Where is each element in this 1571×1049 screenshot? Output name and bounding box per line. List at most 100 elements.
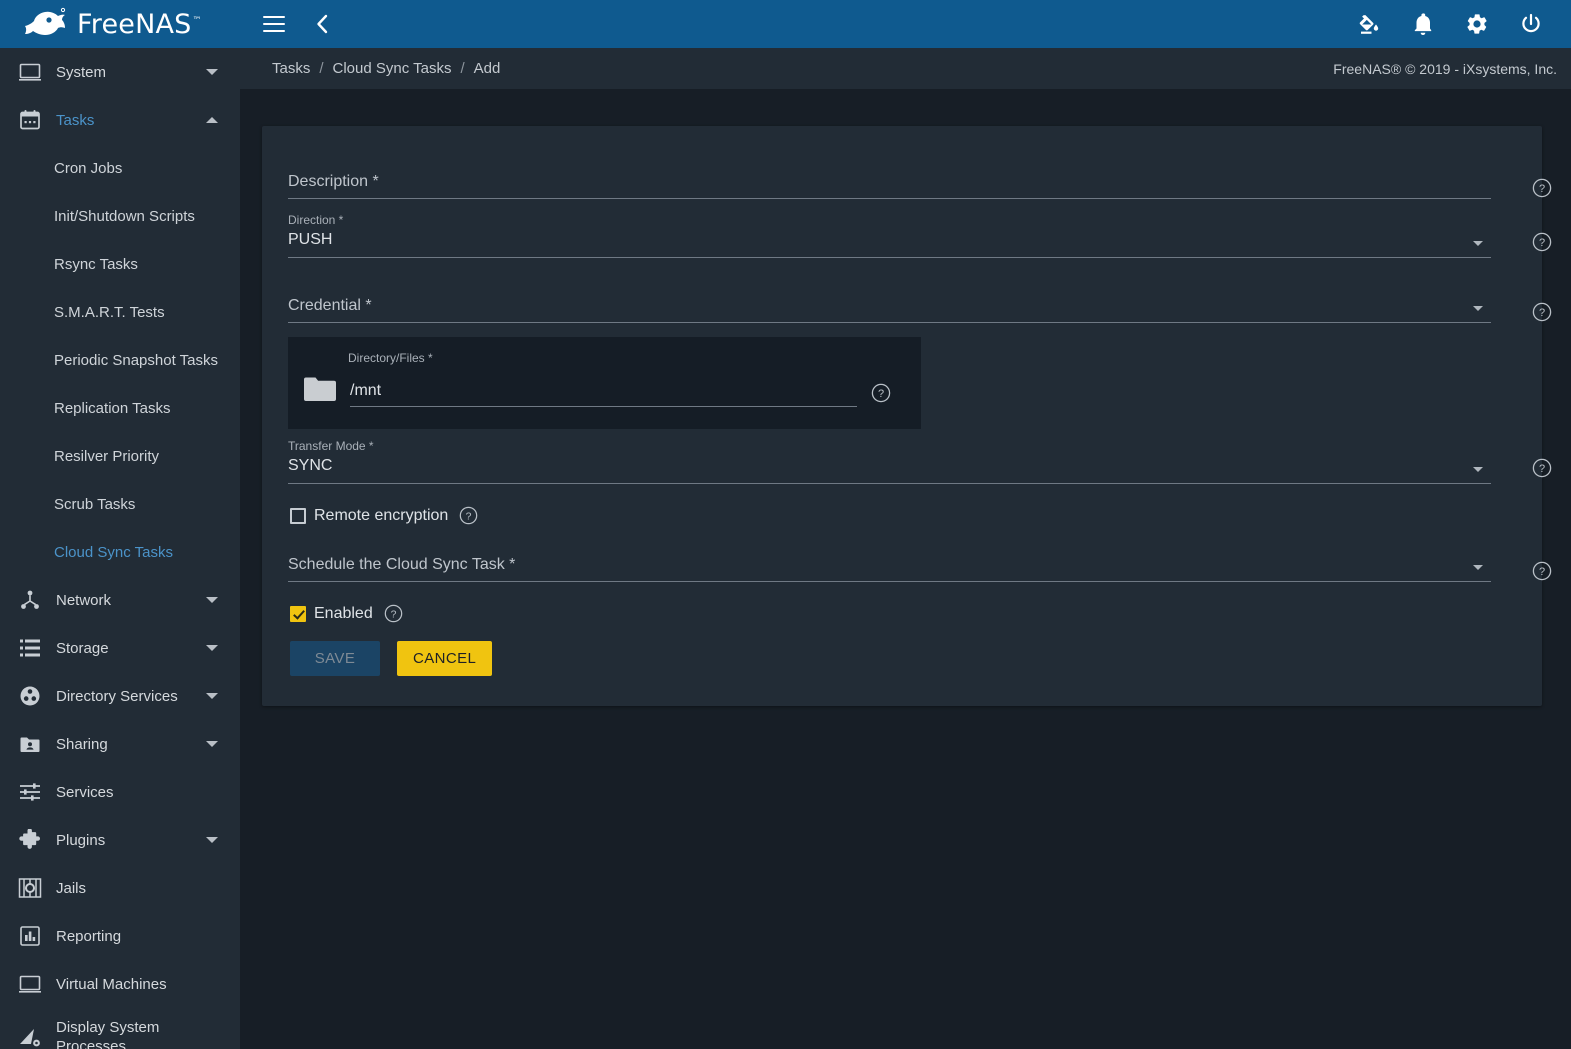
sidebar-item-label: Jails xyxy=(56,879,87,897)
credential-select[interactable]: Credential * xyxy=(288,284,1491,323)
trademark-mark: ™ xyxy=(192,15,202,26)
help-circle-icon[interactable]: ? xyxy=(1532,302,1552,322)
sidebar-item-storage[interactable]: Storage xyxy=(0,624,240,672)
chevron-down-icon[interactable] xyxy=(1473,241,1483,246)
help-circle-icon[interactable]: ? xyxy=(459,506,478,525)
chevron-down-icon[interactable] xyxy=(200,693,224,699)
sliders-icon xyxy=(12,777,48,807)
system-processes-icon xyxy=(12,1022,48,1049)
sidebar-item-label: Plugins xyxy=(56,831,106,849)
copyright-text: FreeNAS® © 2019 - iXsystems, Inc. xyxy=(1333,60,1557,77)
svg-text:?: ? xyxy=(878,388,884,400)
sidebar-subitem-label: S.M.A.R.T. Tests xyxy=(54,303,165,321)
direction-select[interactable]: Direction * PUSH xyxy=(288,213,1491,258)
enabled-checkbox[interactable] xyxy=(290,605,306,622)
fish-logo-icon xyxy=(22,7,68,41)
sidebar-item-sharing[interactable]: Sharing xyxy=(0,720,240,768)
help-circle-icon[interactable]: ? xyxy=(1532,458,1552,478)
direction-value: PUSH xyxy=(288,231,333,248)
sidebar-item-directory-services[interactable]: Directory Services xyxy=(0,672,240,720)
transfer-mode-select[interactable]: Transfer Mode * SYNC xyxy=(288,439,1491,484)
sidebar-item-reporting[interactable]: Reporting xyxy=(0,912,240,960)
directory-services-icon xyxy=(12,681,48,711)
breadcrumb-bar: Tasks / Cloud Sync Tasks / Add FreeNAS® … xyxy=(240,48,1571,89)
brand-name: FreeNAS™ xyxy=(77,8,202,40)
svg-text:?: ? xyxy=(466,511,472,522)
sidebar-subitem-periodic-snapshot-tasks[interactable]: Periodic Snapshot Tasks xyxy=(0,336,240,384)
folder-icon[interactable] xyxy=(303,375,337,403)
schedule-select[interactable]: Schedule the Cloud Sync Task * xyxy=(288,543,1491,582)
freenas-app: FreeNAS™ System Tasks Cron Jobs Init/Shu… xyxy=(0,0,1571,1049)
sidebar-item-display-system-processes[interactable]: Display System Processes xyxy=(0,1008,240,1049)
chevron-down-icon[interactable] xyxy=(200,597,224,603)
sidebar-item-services[interactable]: Services xyxy=(0,768,240,816)
settings-gear-icon[interactable] xyxy=(1463,10,1491,38)
chevron-up-icon[interactable] xyxy=(200,117,224,123)
help-circle-icon[interactable]: ? xyxy=(384,604,403,623)
form-actions: SAVE CANCEL xyxy=(290,641,1516,676)
direction-field-row: Direction * PUSH ? xyxy=(288,213,1552,258)
remote-encryption-checkbox[interactable] xyxy=(290,507,306,524)
theme-paint-icon[interactable] xyxy=(1355,10,1383,38)
sidebar-subitem-label: Replication Tasks xyxy=(54,399,171,417)
chevron-down-icon[interactable] xyxy=(200,69,224,75)
sidebar-subitem-replication-tasks[interactable]: Replication Tasks xyxy=(0,384,240,432)
sidebar-item-virtual-machines[interactable]: Virtual Machines xyxy=(0,960,240,1008)
chevron-down-icon[interactable] xyxy=(1473,467,1483,472)
breadcrumb: Tasks / Cloud Sync Tasks / Add xyxy=(272,60,500,77)
sidebar-subitem-scrub-tasks[interactable]: Scrub Tasks xyxy=(0,480,240,528)
save-button[interactable]: SAVE xyxy=(290,641,380,676)
help-circle-icon[interactable]: ? xyxy=(1532,561,1552,581)
help-circle-icon[interactable]: ? xyxy=(1532,232,1552,252)
credential-label: Credential * xyxy=(288,297,372,314)
sidebar-subitem-label: Cron Jobs xyxy=(54,159,123,177)
sidebar-item-label: System xyxy=(56,63,107,81)
notifications-bell-icon[interactable] xyxy=(1409,10,1437,38)
help-circle-icon[interactable]: ? xyxy=(871,383,891,403)
chevron-down-icon[interactable] xyxy=(200,741,224,747)
power-icon[interactable] xyxy=(1517,10,1545,38)
sidebar-item-tasks[interactable]: Tasks xyxy=(0,96,240,144)
sidebar-subitem-cloud-sync-tasks[interactable]: Cloud Sync Tasks xyxy=(0,528,240,576)
transfer-mode-label: Transfer Mode * xyxy=(288,439,374,453)
chevron-left-icon[interactable] xyxy=(308,10,336,38)
brand[interactable]: FreeNAS™ xyxy=(0,0,240,48)
chevron-down-icon[interactable] xyxy=(200,645,224,651)
direction-label: Direction * xyxy=(288,213,344,227)
topbar-right-icons xyxy=(1355,10,1571,38)
hamburger-menu-icon[interactable] xyxy=(260,10,288,38)
chevron-down-icon[interactable] xyxy=(200,837,224,843)
cloud-sync-task-form-card: Description * ? Direction * PUSH ? Crede… xyxy=(262,126,1552,706)
sidebar-item-jails[interactable]: Jails xyxy=(0,864,240,912)
content-area: Tasks / Cloud Sync Tasks / Add FreeNAS® … xyxy=(240,48,1571,1049)
sidebar-item-label: Network xyxy=(56,591,112,609)
sidebar-subitem-init-shutdown-scripts[interactable]: Init/Shutdown Scripts xyxy=(0,192,240,240)
sidebar: System Tasks Cron Jobs Init/Shutdown Scr… xyxy=(0,48,240,1049)
breadcrumb-item-add[interactable]: Add xyxy=(474,60,501,77)
sidebar-subitem-resilver-priority[interactable]: Resilver Priority xyxy=(0,432,240,480)
chevron-down-icon[interactable] xyxy=(1473,306,1483,311)
sidebar-subitem-label: Resilver Priority xyxy=(54,447,160,465)
sidebar-item-label: Tasks xyxy=(56,111,95,129)
description-input[interactable]: Description * xyxy=(288,160,1491,199)
svg-text:?: ? xyxy=(1539,566,1545,578)
sidebar-item-label: Directory Services xyxy=(56,687,178,705)
sidebar-subitem-rsync-tasks[interactable]: Rsync Tasks xyxy=(0,240,240,288)
sidebar-item-label: Sharing xyxy=(56,735,108,753)
breadcrumb-item-tasks[interactable]: Tasks xyxy=(272,60,310,77)
cancel-button[interactable]: CANCEL xyxy=(397,641,493,676)
sidebar-item-plugins[interactable]: Plugins xyxy=(0,816,240,864)
directory-files-input[interactable]: /mnt xyxy=(350,380,857,407)
sidebar-subitem-smart-tests[interactable]: S.M.A.R.T. Tests xyxy=(0,288,240,336)
sidebar-subitem-label: Rsync Tasks xyxy=(54,255,138,273)
breadcrumb-separator: / xyxy=(460,60,465,77)
calendar-icon xyxy=(12,105,48,135)
sidebar-item-network[interactable]: Network xyxy=(0,576,240,624)
sidebar-subitem-cron-jobs[interactable]: Cron Jobs xyxy=(0,144,240,192)
sidebar-subitem-label: Periodic Snapshot Tasks xyxy=(54,351,218,369)
sidebar-item-system[interactable]: System xyxy=(0,48,240,96)
breadcrumb-item-cloud-sync-tasks[interactable]: Cloud Sync Tasks xyxy=(333,60,452,77)
help-circle-icon[interactable]: ? xyxy=(1532,178,1552,198)
chevron-down-icon[interactable] xyxy=(1473,565,1483,570)
monitor-icon xyxy=(12,969,48,999)
